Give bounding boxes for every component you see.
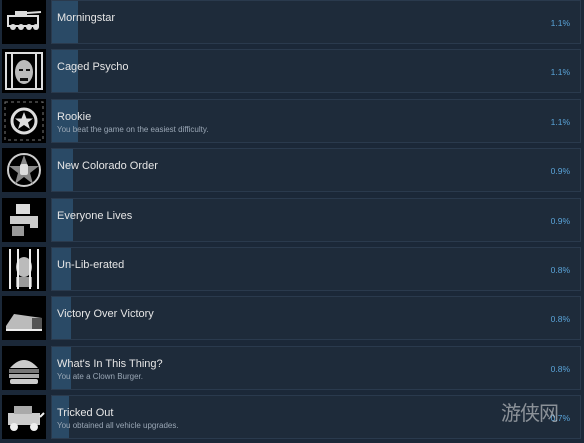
prisoner-bars-icon <box>2 247 46 291</box>
achievement-card: Rookie You beat the game on the easiest d… <box>51 99 581 143</box>
achievement-row[interactable]: Un-Lib-erated 0.8% <box>0 247 584 295</box>
watermark-text: 游侠网 <box>501 401 559 425</box>
achievement-row[interactable]: Rookie You beat the game on the easiest d… <box>0 99 584 147</box>
achievement-name: Everyone Lives <box>57 210 133 222</box>
achievement-card: Everyone Lives 0.9% <box>51 198 581 242</box>
achievement-name: What's In This Thing? <box>57 358 163 370</box>
achievement-card: What's In This Thing? You ate a Clown Bur… <box>51 346 581 390</box>
badge-star-icon <box>2 99 46 143</box>
burger-icon <box>2 346 46 390</box>
achievement-card: New Colorado Order 0.9% <box>51 148 581 192</box>
achievement-card: Un-Lib-erated 0.8% <box>51 247 581 291</box>
achievement-row[interactable]: What's In This Thing? You ate a Clown Bur… <box>0 346 584 394</box>
achievement-row[interactable]: Everyone Lives 0.9% <box>0 198 584 246</box>
achievement-name: Tricked Out <box>57 407 114 419</box>
fist-star-icon <box>2 148 46 192</box>
caged-face-icon <box>2 49 46 93</box>
achievement-row[interactable]: Morningstar 1.1% <box>0 0 584 48</box>
achievement-row[interactable]: New Colorado Order 0.9% <box>0 148 584 196</box>
hand-gun-icon <box>2 198 46 242</box>
achievement-name: New Colorado Order <box>57 160 158 172</box>
unlock-percentage: 1.1% <box>550 67 570 77</box>
unlock-percentage: 0.8% <box>550 364 570 374</box>
achievement-card: Morningstar 1.1% <box>51 0 581 44</box>
unlock-percentage: 1.1% <box>550 117 570 127</box>
achievement-name: Caged Psycho <box>57 61 129 73</box>
achievement-name: Rookie <box>57 111 92 123</box>
bunker-icon <box>2 296 46 340</box>
unlock-percentage: 1.1% <box>550 18 570 28</box>
tank-icon <box>2 0 46 44</box>
achievement-name: Un-Lib-erated <box>57 259 125 271</box>
achievement-name: Morningstar <box>57 12 116 24</box>
achievement-description: You obtained all vehicle upgrades. <box>57 421 179 430</box>
vehicle-icon <box>2 395 46 439</box>
achievement-description: You beat the game on the easiest difficu… <box>57 125 209 134</box>
unlock-percentage: 0.9% <box>550 166 570 176</box>
unlock-percentage: 0.9% <box>550 216 570 226</box>
achievement-card: Victory Over Victory 0.8% <box>51 296 581 340</box>
achievement-row[interactable]: Victory Over Victory 0.8% <box>0 296 584 344</box>
achievement-row[interactable]: Caged Psycho 1.1% <box>0 49 584 97</box>
achievement-name: Victory Over Victory <box>57 308 154 320</box>
unlock-percentage: 0.8% <box>550 314 570 324</box>
achievement-card: Caged Psycho 1.1% <box>51 49 581 93</box>
achievement-description: You ate a Clown Burger. <box>57 372 143 381</box>
unlock-percentage: 0.8% <box>550 265 570 275</box>
